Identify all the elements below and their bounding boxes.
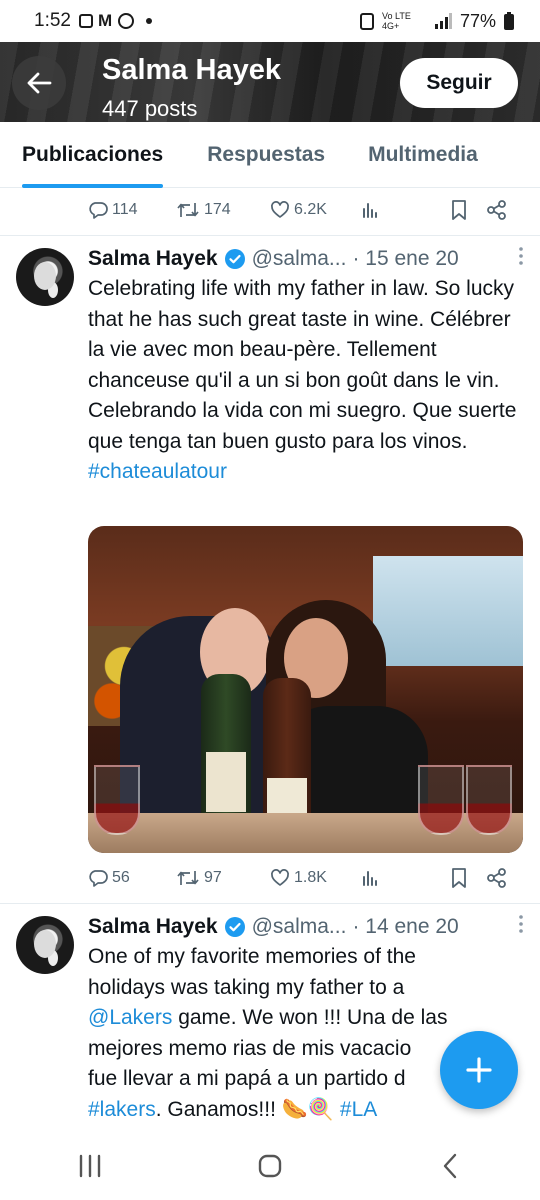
retweet-count: 97 [204, 869, 222, 886]
profile-header: Salma Hayek 447 posts Seguir [0, 42, 540, 122]
tab-multimedia[interactable]: Multimedia [368, 122, 478, 188]
views-icon [363, 203, 377, 218]
tab-respuestas[interactable]: Respuestas [207, 122, 325, 188]
reply-button[interactable]: 114 [88, 200, 176, 220]
network-label: Vo LTE 4G+ [381, 11, 411, 31]
nav-home-icon [258, 1154, 282, 1178]
tweet-line: holidays was taking my father to a [88, 975, 405, 999]
tweet-hashtag[interactable]: #LA [340, 1098, 377, 1121]
tweet-header: Salma Hayek @salma... · 14 ene 20 [88, 912, 524, 942]
share-button[interactable] [486, 867, 508, 889]
tweet-handle[interactable]: @salma... [252, 915, 347, 939]
status-right: Vo LTE 4G+ 77% [359, 10, 514, 32]
tweet-header: Salma Hayek @salma... · 15 ene 20 [88, 244, 524, 274]
verified-icon [224, 916, 246, 938]
signal-icon [434, 13, 452, 29]
nav-recents-icon [79, 1154, 101, 1178]
nav-home-button[interactable] [240, 1146, 300, 1186]
like-button[interactable]: 6.2K [270, 200, 360, 220]
reply-count: 56 [112, 869, 130, 886]
data-saver-icon [359, 13, 374, 30]
tweet-handle[interactable]: @salma... [252, 247, 347, 271]
avatar[interactable] [16, 916, 74, 974]
bookmark-button[interactable] [450, 199, 468, 221]
retweet-icon [177, 203, 199, 217]
nav-back-icon [443, 1153, 457, 1179]
tweet-mention[interactable]: @Lakers [88, 1006, 172, 1029]
status-bar: 1:52 M Vo LTE 4G+ 77% [0, 0, 540, 42]
bookmark-icon [452, 200, 466, 220]
tweet-hashtag[interactable]: #lakers [88, 1098, 156, 1121]
tweet-line: . Ganamos!!! 🌭🍭 [155, 1097, 340, 1121]
tweet-photo[interactable] [88, 526, 523, 853]
nav-recents-button[interactable] [60, 1146, 120, 1186]
share-button[interactable] [486, 199, 508, 221]
retweet-button[interactable]: 97 [176, 868, 270, 888]
tweet-line: game. We won !!! Una de las [172, 1006, 448, 1029]
notification-icons: M [78, 11, 153, 31]
photo-glass [94, 765, 140, 835]
views-button[interactable] [360, 868, 380, 888]
photo-glass [418, 765, 464, 835]
battery-icon [504, 12, 514, 30]
whatsapp-icon [118, 13, 135, 29]
views-button[interactable] [360, 200, 380, 220]
tab-publicaciones[interactable]: Publicaciones [22, 122, 164, 188]
photo-glass [466, 765, 512, 835]
divider [0, 235, 540, 236]
share-icon [487, 868, 506, 888]
back-button[interactable] [12, 56, 66, 110]
system-nav-bar [0, 1132, 540, 1200]
verified-icon [224, 248, 246, 270]
tweet-body: Celebrating life with my father in law. … [88, 277, 517, 453]
bookmark-button[interactable] [450, 867, 468, 889]
reply-icon [89, 202, 108, 219]
retweet-icon [177, 871, 199, 885]
reply-icon [89, 870, 108, 887]
header-posts-count: 447 posts [102, 96, 198, 121]
profile-tabs: Publicaciones Respuestas Multimedia [0, 122, 540, 188]
more-icon[interactable] [518, 914, 524, 940]
views-icon [363, 871, 377, 886]
compose-plus-icon [466, 1057, 492, 1083]
tweet-author-name[interactable]: Salma Hayek [88, 915, 218, 939]
tweet-actions: 114 174 6.2K [88, 195, 518, 225]
share-icon [487, 200, 506, 220]
back-arrow-icon [27, 72, 52, 94]
gallery-icon [78, 14, 93, 28]
tweet-author-name[interactable]: Salma Hayek [88, 247, 218, 271]
divider [0, 903, 540, 904]
tweet-actions: 56 97 1.8K [88, 863, 518, 893]
more-notifications-dot [146, 18, 153, 24]
compose-button[interactable] [440, 1031, 518, 1109]
like-count: 1.8K [294, 869, 327, 886]
tweet-date[interactable]: · 15 ene 20 [352, 247, 458, 271]
reply-button[interactable]: 56 [88, 868, 176, 888]
tweet-line: mejores memo rias de mis vacacio [88, 1036, 412, 1060]
battery-percent: 77% [459, 10, 496, 31]
gmail-icon: M [97, 11, 113, 30]
tweet-hashtag[interactable]: #chateaulatour [88, 460, 227, 483]
header-profile-name: Salma Hayek [102, 54, 281, 86]
photo-window [373, 556, 523, 666]
status-time: 1:52 [34, 10, 71, 31]
tweet-text: Celebrating life with my father in law. … [88, 274, 528, 488]
retweet-button[interactable]: 174 [176, 200, 270, 220]
like-count: 6.2K [294, 201, 327, 218]
like-icon [271, 869, 289, 886]
like-icon [271, 201, 289, 218]
tweet-date[interactable]: · 14 ene 20 [352, 915, 458, 939]
avatar[interactable] [16, 248, 74, 306]
bookmark-icon [452, 868, 466, 888]
retweet-count: 174 [204, 201, 231, 218]
reply-count: 114 [112, 201, 138, 218]
tweet-line: fue llevar a mi papá a un partido d [88, 1067, 406, 1090]
more-icon[interactable] [518, 246, 524, 272]
tweet-line: One of my favorite memories of the [88, 945, 416, 968]
nav-back-button[interactable] [420, 1146, 480, 1186]
like-button[interactable]: 1.8K [270, 868, 360, 888]
follow-button[interactable]: Seguir [400, 58, 518, 108]
